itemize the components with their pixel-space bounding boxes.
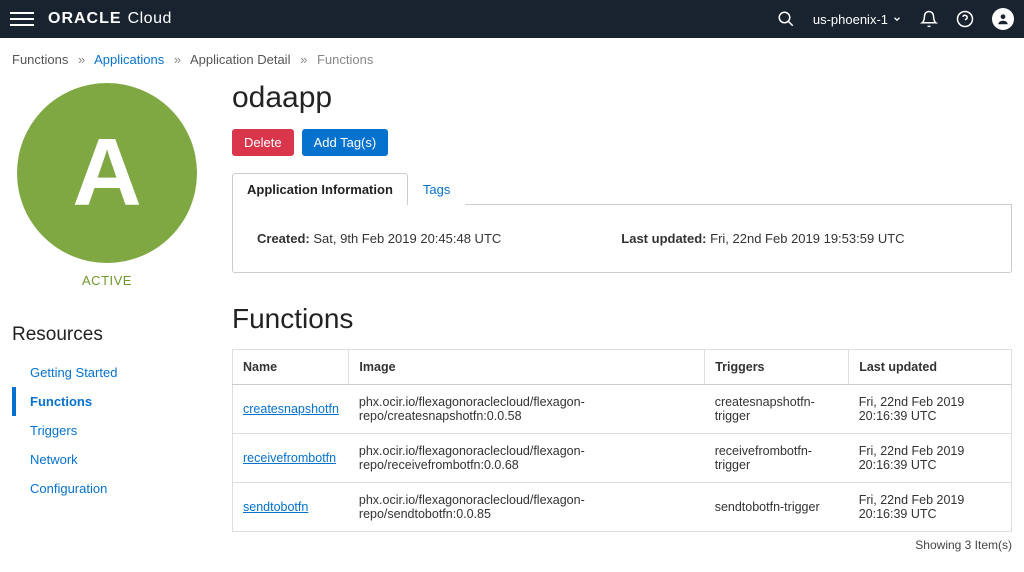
cell-last-updated: Fri, 22nd Feb 2019 20:16:39 UTC bbox=[849, 385, 1012, 434]
breadcrumb-item: Application Detail bbox=[190, 52, 290, 67]
updated-value: Fri, 22nd Feb 2019 19:53:59 UTC bbox=[710, 231, 904, 246]
showing-count: Showing 3 Item(s) bbox=[232, 538, 1012, 552]
sidebar-item-triggers[interactable]: Triggers bbox=[12, 416, 202, 445]
cell-name: createsnapshotfn bbox=[233, 385, 349, 434]
function-link[interactable]: createsnapshotfn bbox=[243, 402, 339, 416]
status-badge: ACTIVE bbox=[82, 273, 132, 288]
functions-heading: Functions bbox=[232, 303, 1012, 335]
breadcrumb-item: Functions bbox=[12, 52, 68, 67]
add-tags-button[interactable]: Add Tag(s) bbox=[302, 129, 389, 156]
cell-last-updated: Fri, 22nd Feb 2019 20:16:39 UTC bbox=[849, 483, 1012, 532]
col-image[interactable]: Image bbox=[349, 350, 705, 385]
cell-image: phx.ocir.io/flexagonoraclecloud/flexagon… bbox=[349, 434, 705, 483]
created-value: Sat, 9th Feb 2019 20:45:48 UTC bbox=[313, 231, 501, 246]
sidebar-item-functions[interactable]: Functions bbox=[12, 387, 202, 416]
col-triggers[interactable]: Triggers bbox=[705, 350, 849, 385]
cell-name: sendtobotfn bbox=[233, 483, 349, 532]
help-icon[interactable] bbox=[956, 10, 974, 28]
table-row: createsnapshotfn phx.ocir.io/flexagonorac… bbox=[233, 385, 1012, 434]
app-avatar: A bbox=[17, 83, 197, 263]
tab-tags[interactable]: Tags bbox=[408, 173, 465, 205]
breadcrumb-link[interactable]: Applications bbox=[94, 52, 164, 67]
breadcrumb-current: Functions bbox=[317, 52, 373, 67]
bell-icon[interactable] bbox=[920, 10, 938, 28]
updated-label: Last updated: bbox=[621, 231, 706, 246]
chevron-down-icon bbox=[892, 14, 902, 24]
resources-list: Getting Started Functions Triggers Netwo… bbox=[12, 358, 202, 503]
menu-icon[interactable] bbox=[10, 7, 34, 31]
main-column: odaapp Delete Add Tag(s) Application Inf… bbox=[232, 79, 1012, 552]
brand-light: Cloud bbox=[128, 10, 172, 28]
tab-application-information[interactable]: Application Information bbox=[232, 173, 408, 205]
brand-strong: ORACLE bbox=[48, 10, 122, 28]
functions-table: Name Image Triggers Last updated creates… bbox=[232, 349, 1012, 532]
resources-heading: Resources bbox=[12, 324, 103, 346]
cell-triggers: sendtobotfn-trigger bbox=[705, 483, 849, 532]
table-header-row: Name Image Triggers Last updated bbox=[233, 350, 1012, 385]
col-name[interactable]: Name bbox=[233, 350, 349, 385]
cell-image: phx.ocir.io/flexagonoraclecloud/flexagon… bbox=[349, 385, 705, 434]
created-label: Created: bbox=[257, 231, 310, 246]
function-link[interactable]: sendtobotfn bbox=[243, 500, 308, 514]
sidebar-item-network[interactable]: Network bbox=[12, 445, 202, 474]
info-panel: Created: Sat, 9th Feb 2019 20:45:48 UTC … bbox=[232, 205, 1012, 273]
region-selector[interactable]: us-phoenix-1 bbox=[813, 12, 902, 27]
function-link[interactable]: receivefrombotfn bbox=[243, 451, 336, 465]
delete-button[interactable]: Delete bbox=[232, 129, 294, 156]
tabs: Application Information Tags bbox=[232, 172, 1012, 205]
brand-logo[interactable]: ORACLE Cloud bbox=[48, 10, 172, 28]
cell-image: phx.ocir.io/flexagonoraclecloud/flexagon… bbox=[349, 483, 705, 532]
topbar: ORACLE Cloud us-phoenix-1 bbox=[0, 0, 1024, 38]
col-last-updated[interactable]: Last updated bbox=[849, 350, 1012, 385]
avatar-letter: A bbox=[72, 118, 141, 228]
updated-field: Last updated: Fri, 22nd Feb 2019 19:53:5… bbox=[621, 231, 904, 246]
action-buttons: Delete Add Tag(s) bbox=[232, 129, 1012, 156]
table-row: sendtobotfn phx.ocir.io/flexagonoracleclo… bbox=[233, 483, 1012, 532]
cell-last-updated: Fri, 22nd Feb 2019 20:16:39 UTC bbox=[849, 434, 1012, 483]
left-column: A ACTIVE Resources Getting Started Funct… bbox=[12, 79, 202, 552]
sidebar-item-configuration[interactable]: Configuration bbox=[12, 474, 202, 503]
created-field: Created: Sat, 9th Feb 2019 20:45:48 UTC bbox=[257, 231, 501, 246]
topbar-actions: us-phoenix-1 bbox=[777, 8, 1014, 30]
region-label: us-phoenix-1 bbox=[813, 12, 888, 27]
table-row: receivefrombotfn phx.ocir.io/flexagonorac… bbox=[233, 434, 1012, 483]
user-avatar-icon[interactable] bbox=[992, 8, 1014, 30]
sidebar-item-getting-started[interactable]: Getting Started bbox=[12, 358, 202, 387]
search-icon[interactable] bbox=[777, 10, 795, 28]
cell-triggers: receivefrombotfn-trigger bbox=[705, 434, 849, 483]
breadcrumb: Functions » Applications » Application D… bbox=[0, 38, 1024, 79]
page-title: odaapp bbox=[232, 81, 1012, 115]
cell-triggers: createsnapshotfn-trigger bbox=[705, 385, 849, 434]
cell-name: receivefrombotfn bbox=[233, 434, 349, 483]
